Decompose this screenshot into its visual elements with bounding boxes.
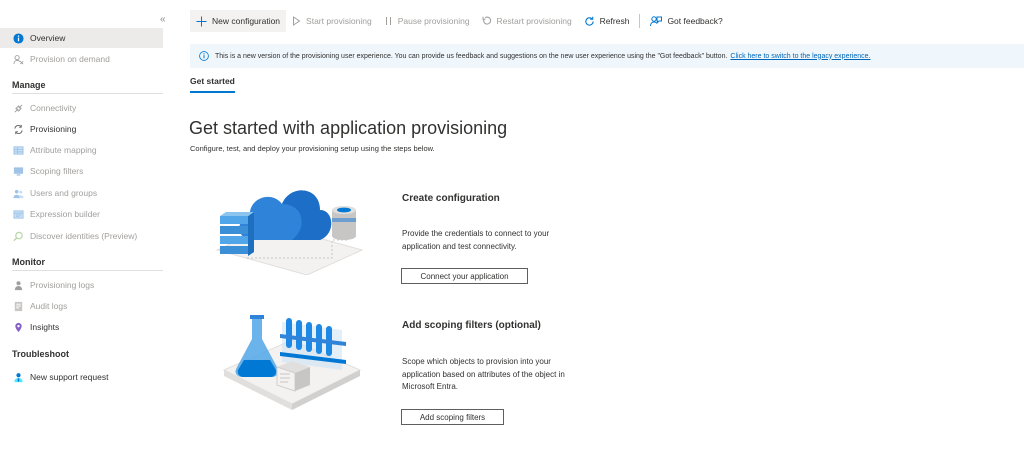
connectivity-icon: [12, 102, 24, 114]
connect-your-application-button[interactable]: Connect your application: [401, 268, 528, 284]
sidebar-item-attribute-mapping[interactable]: Attribute mapping: [0, 140, 163, 160]
plus-icon: [196, 15, 207, 27]
sidebar-item-users-and-groups[interactable]: Users and groups: [0, 183, 163, 203]
insights-icon: [12, 321, 24, 333]
sidebar-item-provisioning[interactable]: Provisioning: [0, 119, 163, 139]
sidebar-item-label: Provision on demand: [30, 54, 110, 64]
sidebar-item-label: Users and groups: [30, 188, 98, 198]
sidebar-item-label: Provisioning logs: [30, 280, 95, 290]
discover-identities-icon: [12, 230, 24, 242]
sidebar-item-provisioning-logs[interactable]: Provisioning logs: [0, 275, 163, 295]
sidebar-item-scoping-filters[interactable]: Scoping filters: [0, 161, 163, 181]
sidebar-item-new-support-request[interactable]: New support request: [0, 367, 163, 387]
sidebar-item-discover-identities[interactable]: Discover identities (Preview): [0, 226, 163, 246]
provision-on-demand-icon: [12, 53, 24, 65]
sidebar-item-label: Insights: [30, 322, 60, 332]
command-bar: New configuration Start provisioning Pau…: [190, 10, 1024, 32]
pause-icon: [384, 16, 393, 26]
sidebar-item-connectivity[interactable]: Connectivity: [0, 98, 163, 118]
card-title-create-configuration: Create configuration: [402, 193, 500, 204]
sidebar-item-insights[interactable]: Insights: [0, 317, 163, 337]
pause-provisioning-label: Pause provisioning: [397, 16, 470, 26]
info-banner: This is a new version of the provisionin…: [190, 44, 1024, 68]
start-provisioning-button[interactable]: Start provisioning: [286, 10, 378, 32]
sidebar-item-overview[interactable]: Overview: [0, 28, 163, 48]
expression-builder-icon: [12, 208, 24, 220]
page-subtitle: Configure, test, and deploy your provisi…: [190, 144, 435, 153]
banner-text: This is a new version of the provisionin…: [215, 52, 728, 60]
sidebar-item-label: Attribute mapping: [30, 145, 97, 155]
info-icon: [12, 32, 24, 44]
refresh-icon: [584, 16, 595, 27]
support-request-icon: [12, 371, 24, 383]
refresh-label: Refresh: [599, 16, 630, 26]
sidebar-item-provision-on-demand[interactable]: Provision on demand: [0, 49, 163, 69]
play-icon: [292, 16, 301, 26]
new-configuration-label: New configuration: [212, 16, 281, 26]
section-manage: Manage: [12, 80, 163, 94]
audit-logs-icon: [12, 300, 24, 312]
section-monitor: Monitor: [12, 257, 163, 271]
sidebar-item-audit-logs[interactable]: Audit logs: [0, 296, 163, 316]
toolbar-divider: [639, 14, 641, 28]
provisioning-icon: [12, 123, 24, 135]
new-configuration-button[interactable]: New configuration: [190, 10, 287, 32]
sidebar-item-label: Overview: [30, 33, 66, 43]
refresh-button[interactable]: Refresh: [578, 10, 636, 32]
got-feedback-label: Got feedback?: [667, 16, 723, 26]
add-scoping-filters-button[interactable]: Add scoping filters: [401, 409, 504, 425]
card-description: Scope which objects to provision into yo…: [402, 357, 565, 391]
restart-icon: [482, 16, 492, 26]
restart-provisioning-label: Restart provisioning: [496, 16, 572, 26]
scoping-filters-icon: [12, 165, 24, 177]
sidebar-item-label: Audit logs: [30, 301, 68, 311]
sidebar-item-label: Expression builder: [30, 209, 100, 219]
sidebar-item-label: Connectivity: [30, 103, 77, 113]
attribute-mapping-icon: [12, 144, 24, 156]
cloud-database-illustration: [212, 180, 372, 280]
provisioning-logs-icon: [12, 279, 24, 291]
sidebar-item-label: Provisioning: [30, 124, 77, 134]
collapse-sidebar-button[interactable]: «: [160, 14, 166, 25]
tab-get-started[interactable]: Get started: [190, 76, 235, 93]
card-title-add-scoping-filters: Add scoping filters (optional): [402, 320, 541, 331]
info-icon: [199, 51, 209, 61]
sidebar-item-label: Discover identities (Preview): [30, 231, 138, 241]
card-description: Provide the credentials to connect to yo…: [402, 229, 550, 251]
pause-provisioning-button[interactable]: Pause provisioning: [378, 10, 476, 32]
sidebar-item-expression-builder[interactable]: Expression builder: [0, 204, 163, 224]
sidebar-item-label: New support request: [30, 372, 109, 382]
got-feedback-button[interactable]: Got feedback?: [644, 10, 728, 32]
users-groups-icon: [12, 187, 24, 199]
sidebar: « Overview Provision on demand Manage Co…: [0, 0, 170, 449]
sidebar-item-label: Scoping filters: [30, 166, 84, 176]
start-provisioning-label: Start provisioning: [306, 16, 372, 26]
page-title: Get started with application provisionin…: [189, 118, 508, 138]
switch-to-legacy-link[interactable]: Click here to switch to the legacy exper…: [730, 53, 870, 60]
lab-flask-illustration: [222, 312, 362, 417]
section-troubleshoot: Troubleshoot: [12, 349, 69, 359]
restart-provisioning-button[interactable]: Restart provisioning: [476, 10, 578, 32]
feedback-icon: [650, 15, 663, 27]
